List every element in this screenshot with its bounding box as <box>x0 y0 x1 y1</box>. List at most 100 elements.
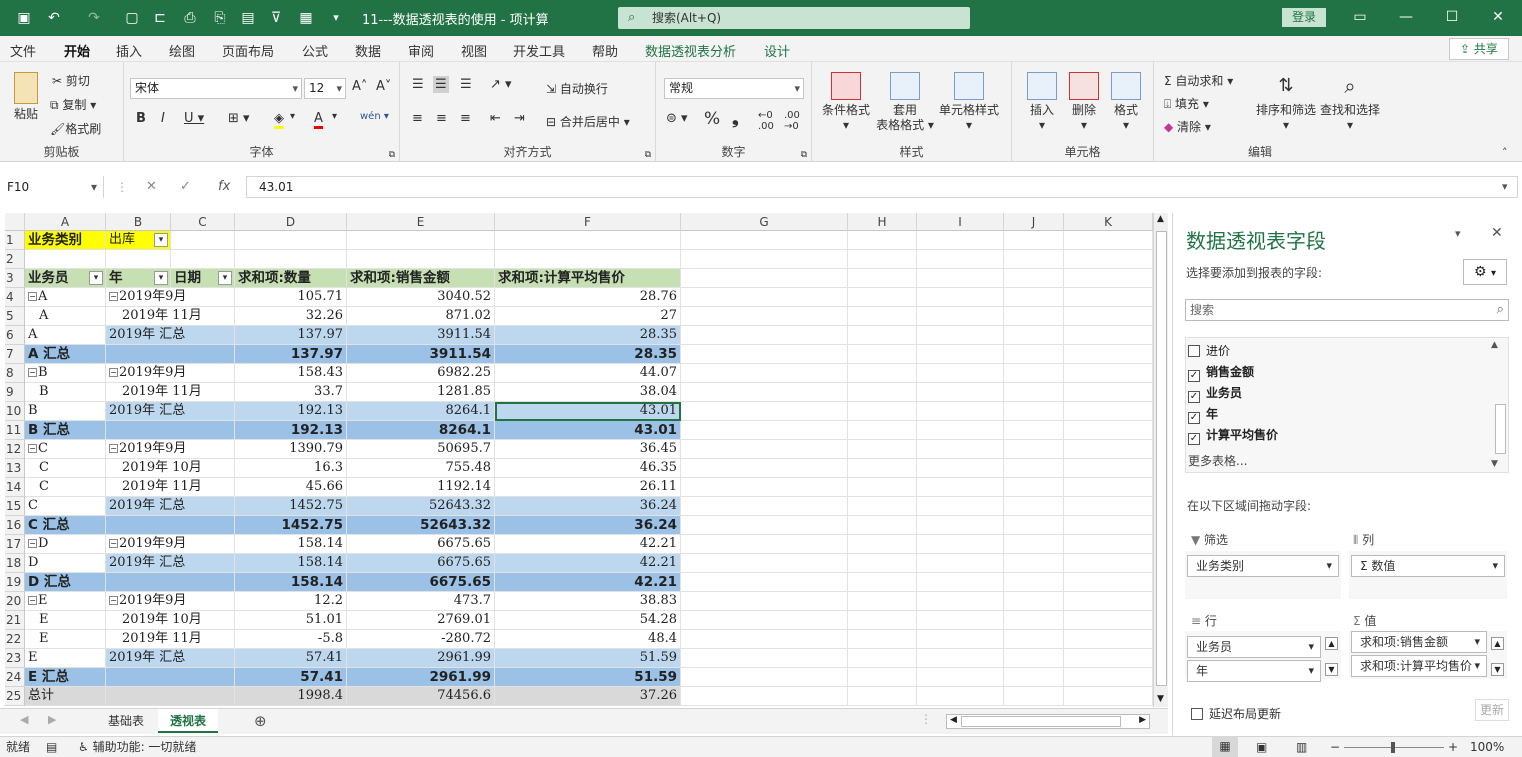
empty-cell[interactable] <box>1064 421 1153 440</box>
pivot-value-d[interactable]: 105.71 <box>235 288 347 307</box>
empty-cell[interactable] <box>1004 288 1064 307</box>
empty-cell[interactable] <box>917 440 1004 459</box>
empty-cell[interactable] <box>1064 668 1153 687</box>
row-header[interactable]: 9 <box>5 383 25 402</box>
pivot-value-f[interactable]: 37.26 <box>495 687 681 706</box>
row-header[interactable]: 15 <box>5 497 25 516</box>
font-color-icon[interactable]: A <box>314 111 323 129</box>
customize-toolbar-icon[interactable]: ▾ <box>326 8 346 28</box>
zoom-in-icon[interactable]: + <box>1448 737 1458 757</box>
field-checkbox[interactable]: ✓ <box>1188 370 1200 382</box>
collapse-icon[interactable]: − <box>109 292 118 301</box>
empty-cell[interactable] <box>1004 630 1064 649</box>
empty-cell[interactable] <box>1064 478 1153 497</box>
tab-review[interactable]: 审阅 <box>408 41 434 60</box>
empty-cell[interactable] <box>1064 611 1153 630</box>
horizontal-scroll-thumb[interactable] <box>961 716 1121 727</box>
login-button[interactable]: 登录 <box>1282 8 1326 27</box>
empty-cell[interactable] <box>917 478 1004 497</box>
pivot-value-d[interactable]: 51.01 <box>235 611 347 630</box>
defer-checkbox-box[interactable] <box>1191 708 1203 720</box>
empty-cell[interactable] <box>1064 326 1153 345</box>
pivot-value-d[interactable]: 1452.75 <box>235 497 347 516</box>
empty-cell[interactable] <box>917 630 1004 649</box>
empty-cell[interactable] <box>681 421 848 440</box>
header-dropdown-icon[interactable]: ▾ <box>154 271 168 285</box>
empty-cell[interactable] <box>681 307 848 326</box>
pivot-value-f[interactable]: 54.28 <box>495 611 681 630</box>
sheet-tab-pivot[interactable]: 透视表 <box>158 709 219 733</box>
tab-home[interactable]: 开始 <box>64 41 91 65</box>
pivot-value-e[interactable]: 74456.6 <box>347 687 495 706</box>
merge-center-button[interactable]: ⊟ 合并后居中 ▾ <box>546 113 630 130</box>
empty-cell[interactable] <box>917 516 1004 535</box>
field-list-scroll-thumb[interactable] <box>1495 404 1506 454</box>
empty-cell[interactable] <box>848 231 917 250</box>
empty-cell[interactable] <box>1064 497 1153 516</box>
pivot-value-e[interactable]: 871.02 <box>347 307 495 326</box>
empty-cell[interactable] <box>848 307 917 326</box>
row-header[interactable]: 16 <box>5 516 25 535</box>
empty-cell[interactable] <box>681 535 848 554</box>
select-all-corner[interactable] <box>5 213 25 231</box>
row-header[interactable]: 19 <box>5 573 25 592</box>
zoom-out-icon[interactable]: − <box>1330 737 1340 757</box>
increase-indent-icon[interactable]: ⇥ <box>514 111 525 126</box>
empty-cell[interactable] <box>1004 687 1064 706</box>
empty-cell[interactable] <box>681 592 848 611</box>
pivot-date-label[interactable]: 2019年 11月 <box>106 630 235 649</box>
header-dropdown-icon[interactable]: ▾ <box>218 271 232 285</box>
collapse-ribbon-icon[interactable]: ˄ <box>1502 146 1508 159</box>
pivot-value-e[interactable]: 2769.01 <box>347 611 495 630</box>
new-file-icon[interactable]: ▢ <box>122 8 142 28</box>
pivot-value-f[interactable]: 42.21 <box>495 573 681 592</box>
empty-cell[interactable] <box>917 668 1004 687</box>
vertical-scrollbar[interactable]: ▲ ▼ <box>1153 213 1168 707</box>
pivot-value-d[interactable]: 32.26 <box>235 307 347 326</box>
empty-cell[interactable] <box>1004 554 1064 573</box>
empty-cell[interactable] <box>848 668 917 687</box>
pivot-value-d[interactable]: 57.41 <box>235 668 347 687</box>
collapse-icon[interactable]: − <box>28 539 37 548</box>
empty-cell[interactable] <box>1064 573 1153 592</box>
value-item[interactable]: 求和项:计算平均售价 <box>1351 655 1487 677</box>
empty-cell[interactable] <box>1064 554 1153 573</box>
delete-cells-button[interactable]: 删除 ▾ <box>1064 72 1104 133</box>
empty-cell[interactable] <box>917 554 1004 573</box>
empty-cell[interactable] <box>848 421 917 440</box>
pivot-subtotal-label[interactable]: 2019年 汇总 <box>106 649 235 668</box>
row-header[interactable]: 25 <box>5 687 25 706</box>
empty-cell[interactable] <box>1004 611 1064 630</box>
conditional-formatting-button[interactable]: 条件格式 ▾ <box>818 72 874 133</box>
pane-close-icon[interactable]: ✕ <box>1491 225 1503 241</box>
pivot-row-label[interactable]: E <box>25 611 106 630</box>
macro-record-icon[interactable]: ▤ <box>46 737 57 757</box>
fill-color-icon[interactable]: ◈ <box>274 111 284 129</box>
row-header[interactable]: 12 <box>5 440 25 459</box>
pivot-value-e[interactable]: 2961.99 <box>347 668 495 687</box>
pivot-subtotal-label[interactable]: 2019年 汇总 <box>106 497 235 516</box>
pivot-date-label[interactable]: 2019年 10月 <box>106 611 235 630</box>
column-item[interactable]: Σ 数值 <box>1351 555 1505 577</box>
pivot-value-f[interactable]: 38.83 <box>495 592 681 611</box>
zoom-slider-thumb[interactable] <box>1391 742 1395 753</box>
pivot-value-d[interactable]: 12.2 <box>235 592 347 611</box>
empty-cell[interactable] <box>917 326 1004 345</box>
pivot-value-e[interactable]: 52643.32 <box>347 497 495 516</box>
pivot-subtotal-label[interactable] <box>106 345 235 364</box>
minimize-icon[interactable]: — <box>1394 6 1418 28</box>
empty-cell[interactable] <box>681 687 848 706</box>
align-middle-icon[interactable]: ☰ <box>433 76 449 93</box>
empty-cell[interactable] <box>681 478 848 497</box>
empty-cell[interactable] <box>848 250 917 269</box>
empty-cell[interactable] <box>1064 516 1153 535</box>
clear-button[interactable]: ◆ 清除 ▾ <box>1164 118 1211 135</box>
pivot-value-f[interactable]: 42.21 <box>495 535 681 554</box>
save-icon[interactable]: ▣ <box>14 8 34 28</box>
empty-cell[interactable] <box>347 250 495 269</box>
values-scroll-down-icon[interactable]: ▼ <box>1491 663 1504 676</box>
prev-sheet-icon[interactable]: ◀ <box>20 713 28 726</box>
header-dropdown-icon[interactable]: ▾ <box>89 271 103 285</box>
row-header[interactable]: 17 <box>5 535 25 554</box>
pivot-value-f[interactable]: 44.07 <box>495 364 681 383</box>
